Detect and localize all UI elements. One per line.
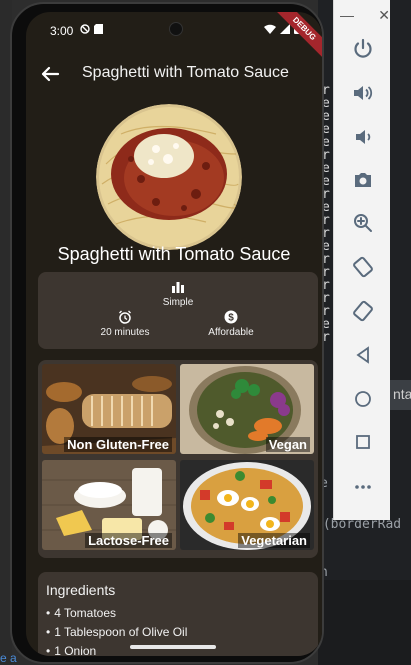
wifi-icon	[264, 24, 276, 34]
affordability-label: Affordable	[208, 327, 254, 338]
overview-nav-button[interactable]	[348, 427, 378, 457]
bar-chart-icon	[172, 282, 184, 293]
meal-title: Spaghetti with Tomato Sauce	[57, 244, 291, 264]
rotate-left-button[interactable]	[348, 252, 378, 282]
rotate-right-icon	[353, 300, 373, 322]
circle-home-icon	[355, 391, 371, 407]
more-dots-icon	[355, 485, 371, 489]
complexity-info: Simple	[38, 280, 318, 308]
sd-card-icon	[94, 24, 103, 34]
category-tile-vegetarian[interactable]: Vegetarian	[180, 460, 314, 550]
status-bar: 3:00 DEBUG	[26, 12, 322, 63]
category-tile-vegan[interactable]: Vegan	[180, 364, 314, 454]
back-nav-button[interactable]	[348, 340, 378, 370]
ide-status-area	[318, 580, 411, 665]
home-nav-button[interactable]	[348, 384, 378, 414]
app-screen: 3:00 DEBUG Spaghetti with Tomato Sauce S…	[26, 12, 322, 656]
status-time: 3:00	[50, 24, 74, 38]
power-icon	[354, 38, 372, 58]
minimize-icon[interactable]: —	[340, 7, 354, 24]
ingredients-title: Ingredients	[46, 582, 116, 598]
screenshot-button[interactable]	[348, 165, 378, 195]
category-label: Non Gluten-Free	[64, 437, 172, 452]
signal-icon	[280, 23, 290, 34]
rotate-left-icon	[353, 256, 373, 278]
triangle-back-icon	[356, 346, 369, 364]
no-disturb-icon	[80, 24, 90, 34]
zoom-button[interactable]	[348, 208, 378, 238]
zoom-icon	[354, 214, 372, 232]
emulator-toolbar: — ✕	[333, 0, 390, 520]
front-camera	[169, 22, 183, 36]
list-item: 4 Tomatoes	[46, 604, 187, 623]
desktop: reeeereererrerrrrrer nta e 16 n(borderRa…	[0, 0, 411, 665]
gesture-nav-bar[interactable]	[130, 645, 216, 649]
category-tile-lactose-free[interactable]: Lactose-Free	[42, 460, 176, 550]
category-tile-non-gluten-free[interactable]: Non Gluten-Free	[42, 364, 176, 454]
ide-tab-text: nta	[393, 386, 411, 402]
square-overview-icon	[356, 435, 370, 449]
power-button[interactable]	[348, 34, 378, 64]
category-label: Vegetarian	[238, 533, 310, 548]
affordability-info: $ Affordable	[186, 310, 276, 338]
ide-indicator: e a	[0, 651, 17, 665]
volume-down-button[interactable]	[348, 122, 378, 152]
volume-up-icon	[354, 86, 373, 100]
dollar-icon: $	[224, 310, 238, 324]
svg-text:$: $	[228, 313, 234, 324]
volume-down-icon	[356, 130, 371, 144]
list-item: 1 Tablespoon of Olive Oil	[46, 623, 187, 642]
duration-info: 20 minutes	[80, 310, 170, 338]
category-label: Lactose-Free	[85, 533, 172, 548]
close-icon[interactable]: ✕	[378, 7, 390, 24]
complexity-label: Simple	[162, 297, 194, 308]
back-arrow-icon[interactable]	[38, 62, 62, 86]
camera-icon	[355, 173, 371, 187]
more-button[interactable]	[348, 472, 378, 502]
category-label: Vegan	[265, 437, 310, 452]
volume-up-button[interactable]	[348, 78, 378, 108]
duration-label: 20 minutes	[100, 327, 150, 338]
app-bar: Spaghetti with Tomato Sauce	[26, 52, 322, 96]
meal-image	[96, 104, 242, 250]
ingredients-card: Ingredients 4 Tomatoes 1 Tablespoon of O…	[38, 572, 318, 656]
categories-card: Non Gluten-Free Vegan Lactose-Free Veget…	[38, 360, 318, 558]
page-title: Spaghetti with Tomato Sauce	[82, 64, 289, 81]
alarm-clock-icon	[119, 310, 131, 324]
meal-info-card: Simple 20 minutes $ Affordable	[38, 272, 318, 349]
phone-frame: 3:00 DEBUG Spaghetti with Tomato Sauce S…	[10, 2, 324, 664]
rotate-right-button[interactable]	[348, 296, 378, 326]
